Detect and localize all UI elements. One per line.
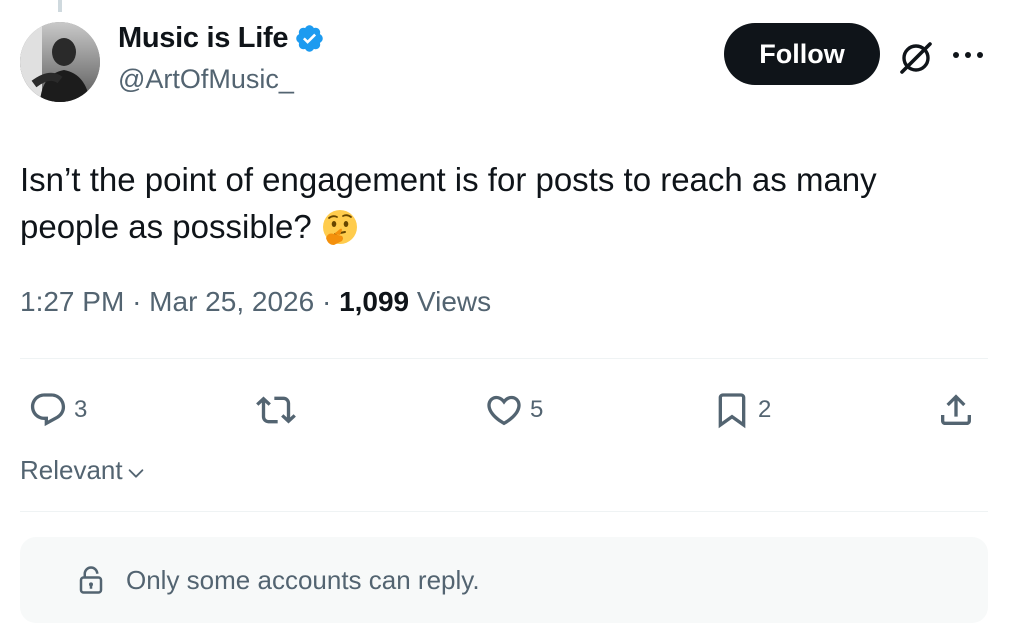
sort-replies-dropdown[interactable]: Relevant bbox=[20, 455, 147, 486]
thread-connector-line bbox=[58, 0, 62, 12]
heart-icon bbox=[487, 395, 521, 426]
post-meta: 1:27 PM · Mar 25, 2026 · 1,099 Views bbox=[20, 286, 491, 318]
bookmark-icon bbox=[718, 393, 746, 429]
meta-separator: · bbox=[321, 286, 340, 317]
author-handle[interactable]: @ArtOfMusic_ bbox=[118, 64, 294, 95]
reply-count: 3 bbox=[74, 396, 88, 423]
like-count: 5 bbox=[530, 396, 544, 423]
meta-separator: · bbox=[132, 286, 150, 317]
chevron-down-icon bbox=[128, 468, 143, 478]
divider bbox=[20, 511, 988, 512]
reply-restriction-notice: Only some accounts can reply. bbox=[20, 537, 988, 623]
views-label: Views bbox=[416, 286, 492, 317]
sort-label: Relevant bbox=[20, 455, 123, 485]
thinking-face-icon bbox=[322, 210, 357, 245]
post-text: Isn’t the point of engagement is for pos… bbox=[20, 156, 980, 250]
post-date[interactable]: Mar 25, 2026 bbox=[149, 286, 314, 317]
like-button[interactable]: 5 bbox=[484, 388, 543, 432]
verified-badge-icon[interactable] bbox=[294, 23, 325, 54]
avatar[interactable] bbox=[20, 22, 100, 102]
avatar-photo bbox=[20, 22, 100, 102]
display-name[interactable]: Music is Life bbox=[118, 22, 288, 55]
views-count: 1,099 bbox=[339, 286, 410, 317]
grok-icon[interactable] bbox=[896, 38, 936, 78]
follow-button[interactable]: Follow bbox=[724, 23, 880, 85]
share-button[interactable] bbox=[936, 388, 976, 432]
reply-button[interactable]: 3 bbox=[28, 388, 87, 432]
bookmark-button[interactable]: 2 bbox=[712, 388, 771, 432]
bookmark-count: 2 bbox=[758, 396, 772, 423]
post-time[interactable]: 1:27 PM bbox=[20, 286, 124, 317]
reply-restriction-text: Only some accounts can reply. bbox=[126, 564, 480, 595]
reply-icon bbox=[30, 393, 66, 427]
post-text-content: Isn’t the point of engagement is for pos… bbox=[20, 161, 877, 245]
lock-icon bbox=[79, 566, 103, 594]
repost-button[interactable] bbox=[256, 388, 296, 432]
more-options-icon[interactable] bbox=[950, 45, 986, 65]
divider bbox=[20, 358, 988, 359]
share-icon bbox=[941, 394, 971, 425]
author-name-row[interactable]: Music is Life bbox=[118, 22, 325, 55]
repost-icon bbox=[256, 396, 296, 424]
